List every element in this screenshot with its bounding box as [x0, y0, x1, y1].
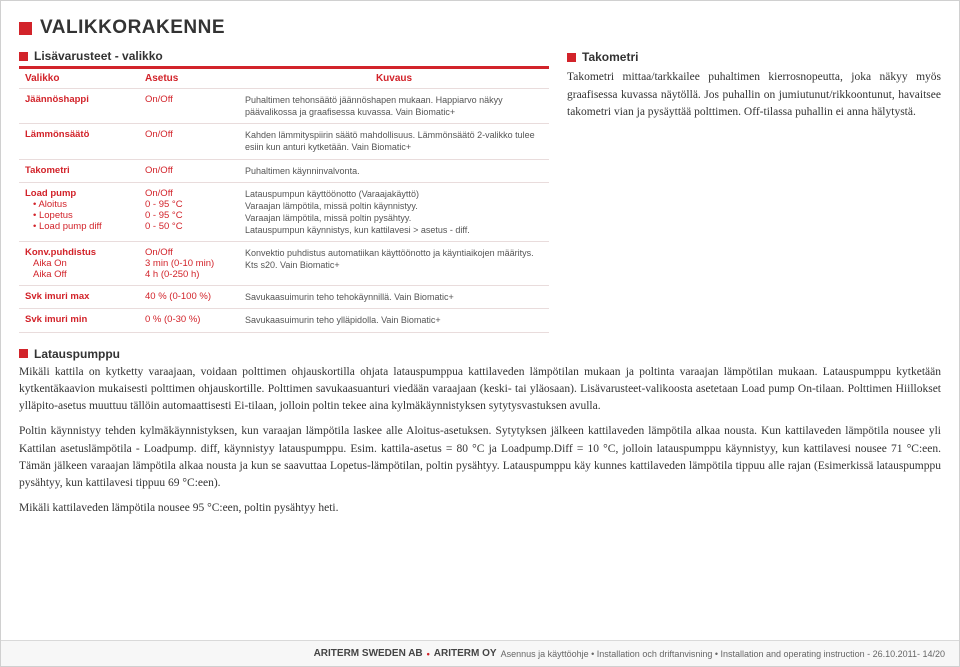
- cell-asetus: On/Off: [139, 89, 239, 124]
- cell-valikko: Svk imuri min: [19, 309, 139, 332]
- table-header-row: Valikko Asetus Kuvaus: [19, 68, 549, 89]
- table-row: TakometriOn/OffPuhaltimen käynninvalvont…: [19, 159, 549, 182]
- table-row: Svk imuri min0 % (0-30 %)Savukaasuimurin…: [19, 309, 549, 332]
- page-container: VALIKKORAKENNE Lisävarusteet - valikko V…: [0, 0, 960, 667]
- left-section-heading: Lisävarusteet - valikko: [34, 49, 163, 63]
- col-valikko: Valikko: [19, 68, 139, 89]
- two-column-layout: Lisävarusteet - valikko Valikko Asetus K…: [19, 49, 941, 333]
- footer-separator-icon: •: [427, 649, 430, 659]
- cell-asetus: 40 % (0-100 %): [139, 286, 239, 309]
- cell-kuvaus: Puhaltimen käynninvalvonta.: [239, 159, 549, 182]
- cell-valikko-sub: Aika Off: [25, 269, 133, 280]
- cell-valikko-sub: Lopetus: [25, 210, 133, 221]
- cell-valikko-sub: Aika On: [25, 258, 133, 269]
- cell-asetus: On/Off: [139, 124, 239, 159]
- cell-asetus: On/Off 3 min (0-10 min) 4 h (0-250 h): [139, 242, 239, 286]
- section-bullet-icon: [19, 349, 28, 358]
- right-column: Takometri Takometri mittaa/tarkkailee pu…: [567, 49, 941, 129]
- lower-section-heading: Latauspumppu: [34, 347, 120, 361]
- cell-valikko: Lämmönsäätö: [19, 124, 139, 159]
- settings-table-body: JäännöshappiOn/OffPuhaltimen tehonsäätö …: [19, 89, 549, 333]
- cell-kuvaus: Kahden lämmityspiirin säätö mahdollisuus…: [239, 124, 549, 159]
- cell-kuvaus: Latauspumpun käyttöönotto (Varaajakäyttö…: [239, 182, 549, 242]
- footer-brand-1: ARITERM SWEDEN AB: [314, 648, 423, 659]
- cell-valikko: Konv.puhdistusAika OnAika Off: [19, 242, 139, 286]
- cell-valikko: Takometri: [19, 159, 139, 182]
- table-row: Konv.puhdistusAika OnAika OffOn/Off 3 mi…: [19, 242, 549, 286]
- right-body-text: Takometri mittaa/tarkkailee puhaltimen k…: [567, 69, 941, 121]
- cell-kuvaus: Savukaasuimurin teho tehokäynnillä. Vain…: [239, 286, 549, 309]
- lower-section-heading-row: Latauspumppu: [19, 347, 941, 361]
- footer-tail: Asennus ja käyttöohje • Installation och…: [501, 649, 945, 659]
- cell-valikko-sub: Aloitus: [25, 199, 133, 210]
- cell-valikko-sub: Load pump diff: [25, 221, 133, 232]
- page-title-row: VALIKKORAKENNE: [19, 17, 941, 39]
- table-row: JäännöshappiOn/OffPuhaltimen tehonsäätö …: [19, 89, 549, 124]
- lower-body-text: Mikäli kattila on kytketty varaajaan, vo…: [19, 364, 941, 518]
- cell-asetus: On/Off: [139, 159, 239, 182]
- right-section-heading-row: Takometri: [567, 49, 941, 66]
- right-paragraph: Takometri mittaa/tarkkailee puhaltimen k…: [567, 69, 941, 121]
- title-bullet-icon: [19, 22, 32, 35]
- col-kuvaus: Kuvaus: [239, 68, 549, 89]
- cell-valikko: Svk imuri max: [19, 286, 139, 309]
- lower-paragraph-3: Mikäli kattilaveden lämpötila nousee 95 …: [19, 500, 941, 517]
- left-column: Lisävarusteet - valikko Valikko Asetus K…: [19, 49, 549, 333]
- section-bullet-icon: [19, 52, 28, 61]
- left-section-heading-row: Lisävarusteet - valikko: [19, 49, 549, 63]
- footer-brand-2: ARITERM OY: [434, 648, 497, 659]
- table-row: LämmönsäätöOn/OffKahden lämmityspiirin s…: [19, 124, 549, 159]
- lower-section: Latauspumppu Mikäli kattila on kytketty …: [19, 347, 941, 526]
- cell-valikko: Jäännöshappi: [19, 89, 139, 124]
- cell-asetus: On/Off 0 - 95 °C 0 - 95 °C 0 - 50 °C: [139, 182, 239, 242]
- table-row: Svk imuri max40 % (0-100 %)Savukaasuimur…: [19, 286, 549, 309]
- right-section-heading: Takometri: [582, 49, 638, 66]
- page-title: VALIKKORAKENNE: [40, 17, 225, 39]
- settings-table: Valikko Asetus Kuvaus JäännöshappiOn/Off…: [19, 66, 549, 333]
- footer: ARITERM SWEDEN AB • ARITERM OY Asennus j…: [1, 640, 959, 666]
- cell-valikko: Load pumpAloitusLopetusLoad pump diff: [19, 182, 139, 242]
- table-row: Load pumpAloitusLopetusLoad pump diffOn/…: [19, 182, 549, 242]
- cell-kuvaus: Konvektio puhdistus automatiikan käyttöö…: [239, 242, 549, 286]
- cell-kuvaus: Puhaltimen tehonsäätö jäännöshapen mukaa…: [239, 89, 549, 124]
- col-asetus: Asetus: [139, 68, 239, 89]
- lower-paragraph-2: Poltin käynnistyy tehden kylmäkäynnistyk…: [19, 423, 941, 492]
- cell-kuvaus: Savukaasuimurin teho ylläpidolla. Vain B…: [239, 309, 549, 332]
- section-bullet-icon: [567, 53, 576, 62]
- cell-asetus: 0 % (0-30 %): [139, 309, 239, 332]
- lower-paragraph-1: Mikäli kattila on kytketty varaajaan, vo…: [19, 364, 941, 416]
